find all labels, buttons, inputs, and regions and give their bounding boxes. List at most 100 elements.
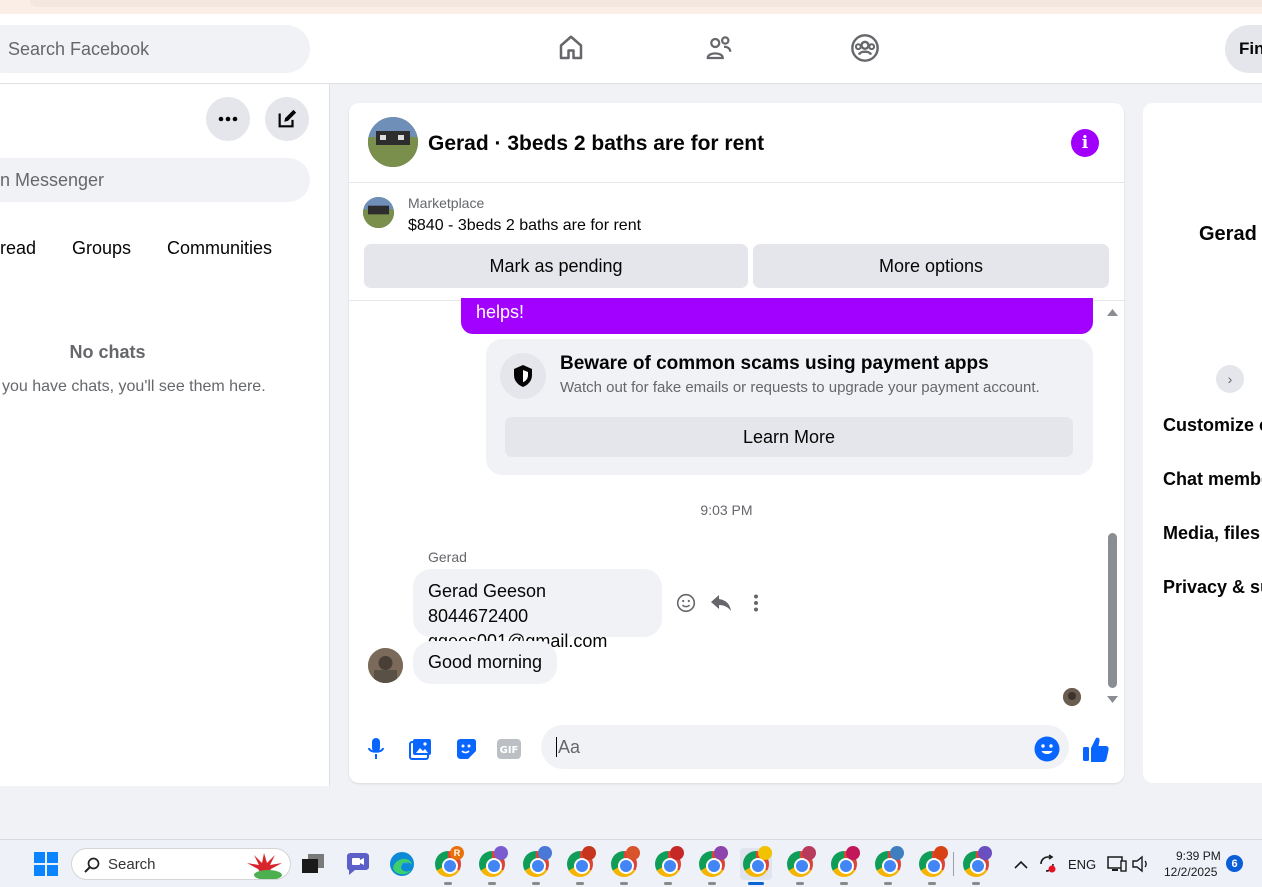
chat-details-panel: Gerad › Customize c Chat membe Media, fi… [1143,103,1262,783]
text-caret [556,737,557,757]
search-messenger-input[interactable]: n Messenger [0,158,310,202]
svg-text:GIF: GIF [500,745,519,756]
teams-chat-icon[interactable] [342,848,374,880]
read-receipt-avatar [1063,688,1081,706]
incoming-message-bubble[interactable]: Gerad Geeson 8044672400 ggees001@gmail.c… [413,569,662,651]
running-indicator [840,882,848,885]
search-highlight-icon [247,853,282,879]
message-composer: GIF Aa [349,717,1124,783]
chrome-profile-8-icon-active[interactable] [740,846,772,885]
notification-badge[interactable]: 6 [1226,855,1243,872]
profile-badge [934,846,948,860]
outgoing-message-bubble[interactable]: helps! [461,298,1093,334]
chat-members-item[interactable]: Chat membe [1163,469,1262,490]
clock-time[interactable]: 9:39 PM [1176,849,1221,863]
filter-groups-tab[interactable]: Groups [72,238,131,259]
running-indicator [620,882,628,885]
input-language[interactable]: ENG [1068,857,1096,872]
chrome-profile-4-icon[interactable] [564,846,596,885]
active-indicator [748,882,764,885]
incoming-message-bubble-2[interactable]: Good morning [413,641,558,684]
marketplace-label: Marketplace [408,195,485,211]
sender-avatar[interactable] [368,648,403,683]
listing-title[interactable]: $840 - 3beds 2 baths are for rent [408,217,641,235]
task-view-icon[interactable] [297,848,329,880]
clock-date[interactable]: 12/2/2025 [1164,865,1217,879]
taskbar-divider [953,852,954,876]
reply-icon[interactable] [710,592,732,614]
running-indicator [796,882,804,885]
sync-icon[interactable] [1032,848,1062,880]
filter-communities-tab[interactable]: Communities [167,238,272,259]
find-friends-button[interactable]: Fin [1225,25,1262,73]
profile-badge [670,846,684,860]
taskbar-search[interactable]: Search [71,848,291,880]
privacy-support-item[interactable]: Privacy & su [1163,577,1262,598]
chrome-profile-6-icon[interactable] [652,846,684,885]
more-options-button[interactable]: More options [753,244,1109,288]
groups-icon[interactable] [845,28,885,68]
new-message-icon[interactable] [265,97,309,141]
gif-icon[interactable]: GIF [495,735,523,763]
chats-sidebar: n Messenger read Groups Communities No c… [0,84,330,786]
chrome-profile-12-icon[interactable] [916,846,948,885]
conversation-panel: Gerad · 3beds 2 baths are for rent i Mar… [349,103,1124,783]
scrollbar[interactable] [1105,302,1120,717]
top-navigation-bar: Search Facebook Fin [0,14,1262,84]
listing-thumbnail[interactable] [363,197,394,228]
running-indicator [664,882,672,885]
chrome-profile-3-icon[interactable] [520,846,552,885]
chrome-profile-11-icon[interactable] [872,846,904,885]
mark-as-pending-button[interactable]: Mark as pending [364,244,748,288]
customize-chat-item[interactable]: Customize c [1163,415,1262,436]
scam-warning-title: Beware of common scams using payment app… [560,353,989,374]
profile-badge: R [450,846,464,860]
home-icon[interactable] [551,28,591,68]
sender-name: Gerad [428,549,467,565]
learn-more-button[interactable]: Learn More [505,417,1073,457]
chrome-profile-1-icon[interactable]: R [432,846,464,885]
scrollbar-thumb[interactable] [1108,533,1117,688]
browser-tab-strip [0,0,1262,14]
chrome-profile-7-icon[interactable] [696,846,728,885]
network-icon[interactable] [1104,848,1130,880]
react-emoji-icon[interactable] [675,592,697,614]
search-facebook-input[interactable]: Search Facebook [0,25,310,73]
windows-start-icon[interactable] [30,848,62,880]
chrome-profile-5-icon[interactable] [608,846,640,885]
edge-browser-icon[interactable] [386,848,418,880]
chrome-profile-10-icon[interactable] [828,846,860,885]
more-options-icon[interactable] [206,97,250,141]
volume-icon[interactable] [1128,848,1154,880]
thumbs-up-icon[interactable] [1082,735,1110,763]
listing-avatar[interactable] [368,117,418,167]
chrome-profile-2-icon[interactable] [476,846,508,885]
message-list[interactable]: helps! Beware of common scams using paym… [349,298,1124,717]
friends-icon[interactable] [699,28,739,68]
microphone-icon[interactable] [362,735,390,763]
message-timestamp: 9:03 PM [700,502,753,518]
chrome-profile-13-icon[interactable] [960,846,992,885]
windows-taskbar: Search R ENG 9:39 PM 12/2/2025 6 [0,839,1262,887]
scroll-up-arrow-icon[interactable] [1107,309,1118,316]
chevron-right-icon[interactable]: › [1216,365,1244,393]
more-vertical-icon[interactable] [745,592,767,614]
chat-title[interactable]: Gerad · 3beds 2 baths are for rent [428,132,764,156]
running-indicator [928,882,936,885]
scroll-down-arrow-icon[interactable] [1107,696,1118,703]
photo-icon[interactable] [407,735,435,763]
profile-badge [582,846,596,860]
tab-bar [30,0,1262,7]
sticker-icon[interactable] [452,735,480,763]
message-input[interactable]: Aa [541,725,1069,769]
message-line-name-phone: Gerad Geeson 8044672400 [428,581,547,626]
scam-warning-card: Beware of common scams using payment app… [486,339,1093,475]
info-icon[interactable]: i [1071,129,1099,157]
media-files-item[interactable]: Media, files [1163,523,1260,544]
filter-unread-tab[interactable]: read [0,238,36,259]
running-indicator [576,882,584,885]
running-indicator [532,882,540,885]
no-chats-subtitle: you have chats, you'll see them here. [2,378,266,395]
emoji-icon[interactable] [1033,735,1061,763]
chrome-profile-9-icon[interactable] [784,846,816,885]
